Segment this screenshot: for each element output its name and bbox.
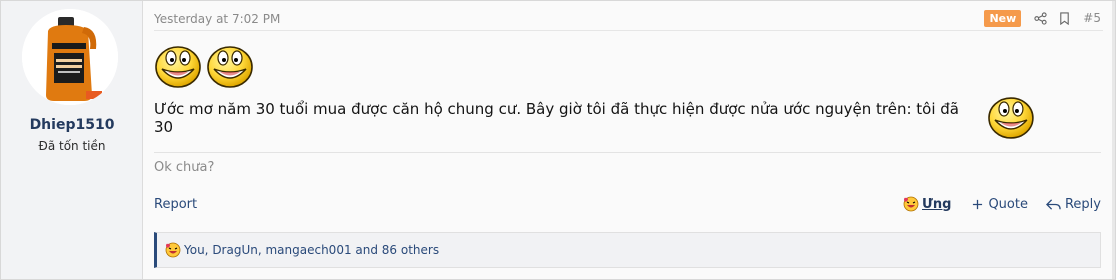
reactions-bar[interactable]: You, DragUn, mangaech001 and 86 others [154,232,1101,268]
post-message-text: Ước mơ năm 30 tuổi mua được căn hộ chung… [154,100,959,136]
laughing-smiley-icon [206,45,254,89]
username[interactable]: Dhiep1510 [1,117,143,133]
love-smiley-icon [165,242,181,258]
quote-button[interactable]: Quote [969,196,1028,212]
bookmark-icon[interactable] [1057,11,1071,25]
share-icon[interactable] [1033,11,1047,25]
post-timestamp[interactable]: Yesterday at 7:02 PM [154,12,280,26]
post-number[interactable]: #5 [1083,11,1101,25]
smilies-row [154,45,254,89]
react-label: Ưng [922,196,952,212]
reply-button[interactable]: Reply [1046,196,1101,212]
signature-divider [154,152,1101,153]
post-actions: Ưng Quote Reply [885,196,1101,212]
love-smiley-icon [903,196,919,212]
report-link[interactable]: Report [154,197,197,212]
scrollbar[interactable] [1112,1,1115,279]
reactions-summary[interactable]: You, DragUn, mangaech001 and 86 others [184,243,439,257]
cleaner-bottle-avatar-icon [22,9,118,105]
avatar[interactable] [22,9,118,105]
signature: Ok chưa? [154,160,215,175]
laughing-smiley-icon [154,45,202,89]
reply-arrow-icon [1046,196,1062,212]
plus-icon [969,196,985,212]
post-meta-bar: Yesterday at 7:02 PM New #5 [154,7,1103,31]
reply-label: Reply [1064,196,1101,212]
user-info-panel: Dhiep1510 Đã tốn tiền [1,1,143,279]
post-meta-actions: New #5 [984,9,1101,27]
react-button[interactable]: Ưng [903,196,951,212]
new-badge: New [984,9,1022,27]
quote-label: Quote [988,196,1028,212]
user-title: Đã tốn tiền [38,139,106,153]
post-content: Yesterday at 7:02 PM New #5 Ước mơ năm 3… [143,1,1115,279]
post-message: Ước mơ năm 30 tuổi mua được căn hộ chung… [154,96,1035,140]
laughing-smiley-icon [987,96,1035,140]
post-card: Dhiep1510 Đã tốn tiền Yesterday at 7:02 … [0,0,1116,280]
